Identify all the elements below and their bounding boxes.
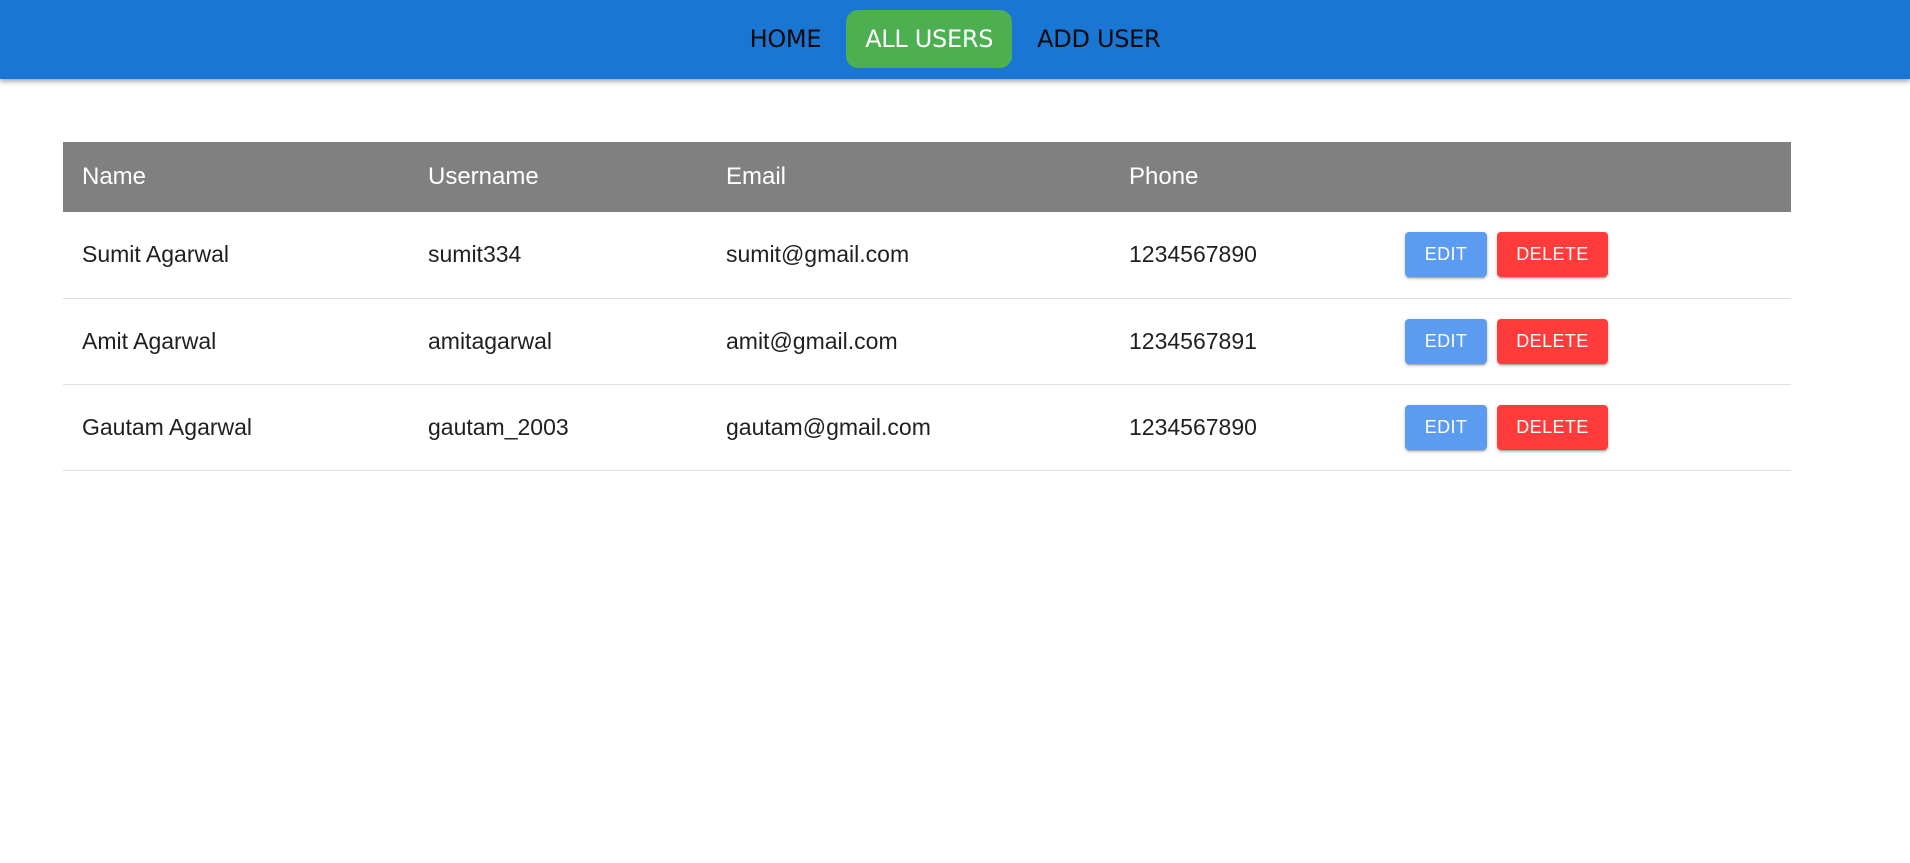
edit-button[interactable]: EDIT: [1405, 318, 1487, 364]
delete-button[interactable]: DELETE: [1497, 404, 1608, 450]
nav-add-user[interactable]: ADD USER: [1018, 10, 1179, 68]
users-table: Name Username Email Phone Sumit Agarwal …: [63, 142, 1791, 471]
header-actions: [1386, 142, 1791, 212]
nav-home[interactable]: HOME: [731, 10, 841, 68]
main-nav: HOME ALL USERS ADD USER: [0, 10, 1910, 68]
cell-phone: 1234567890: [1129, 241, 1257, 268]
header-email: Email: [726, 163, 787, 190]
delete-button[interactable]: DELETE: [1497, 318, 1608, 364]
cell-username: amitagarwal: [428, 327, 552, 354]
table-row: Sumit Agarwal sumit334 sumit@gmail.com 1…: [63, 212, 1791, 298]
nav-all-users[interactable]: ALL USERS: [846, 10, 1013, 68]
cell-actions: EDIT DELETE: [1386, 212, 1791, 298]
table-row: Amit Agarwal amitagarwal amit@gmail.com …: [63, 298, 1791, 384]
cell-email: sumit@gmail.com: [726, 241, 910, 268]
header-phone: Phone: [1129, 163, 1199, 190]
delete-button[interactable]: DELETE: [1497, 232, 1608, 278]
header-name: Name: [82, 163, 147, 190]
edit-button[interactable]: EDIT: [1405, 232, 1487, 278]
cell-email: gautam@gmail.com: [726, 413, 931, 440]
table-header-row: Name Username Email Phone: [63, 142, 1791, 212]
app-bar: HOME ALL USERS ADD USER: [0, 0, 1910, 79]
cell-username: gautam_2003: [428, 413, 569, 440]
cell-email: amit@gmail.com: [726, 327, 898, 354]
cell-actions: EDIT DELETE: [1386, 298, 1791, 384]
cell-name: Sumit Agarwal: [82, 241, 230, 268]
cell-phone: 1234567891: [1129, 327, 1257, 354]
cell-username: sumit334: [428, 241, 522, 268]
cell-name: Gautam Agarwal: [82, 413, 253, 440]
cell-name: Amit Agarwal: [82, 327, 217, 354]
users-table-container: Name Username Email Phone Sumit Agarwal …: [63, 142, 1791, 471]
edit-button[interactable]: EDIT: [1405, 404, 1487, 450]
cell-actions: EDIT DELETE: [1386, 384, 1791, 470]
table-row: Gautam Agarwal gautam_2003 gautam@gmail.…: [63, 384, 1791, 470]
header-username: Username: [428, 163, 539, 190]
cell-phone: 1234567890: [1129, 413, 1257, 440]
